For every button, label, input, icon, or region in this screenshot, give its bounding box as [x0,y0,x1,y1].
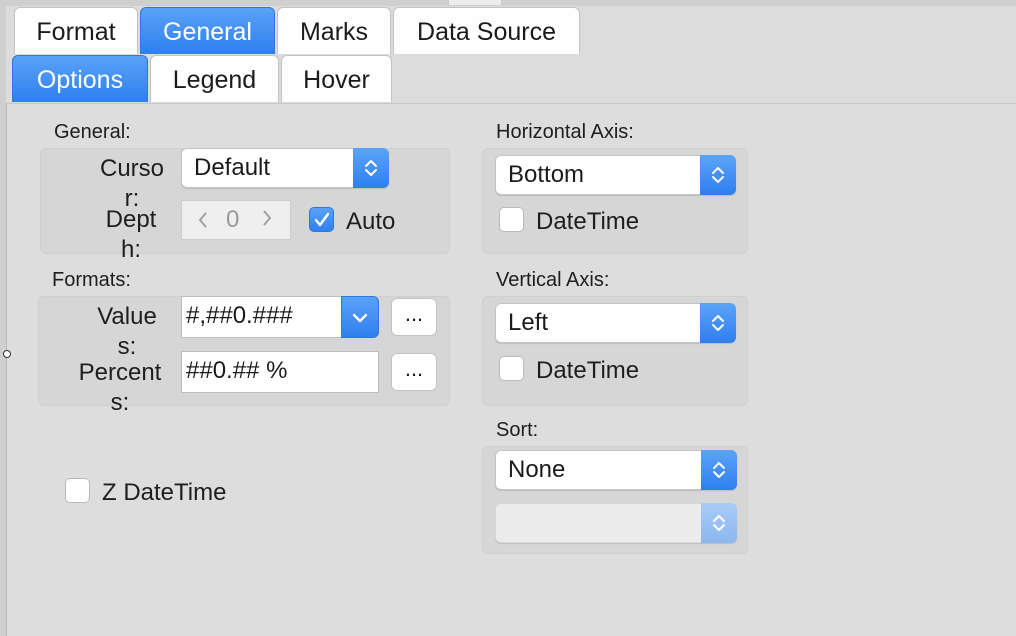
checkmark-icon [314,212,330,227]
cursor-popup[interactable]: Default [181,148,389,188]
formats-group-title: Formats: [52,269,131,291]
percents-format-input[interactable]: ##0.## % [181,351,379,393]
vertical-datetime-label: DateTime [536,357,640,384]
tab-data-source[interactable]: Data Source [393,7,580,54]
tab-format[interactable]: Format [14,7,138,54]
top-tab-notch [448,0,502,5]
vertical-axis-value: Left [508,309,549,336]
cursor-popup-stepper[interactable] [353,148,389,188]
chevron-left-icon[interactable] [196,210,210,230]
percents-ellipsis-button[interactable]: ... [391,353,437,391]
values-label: Values: [97,303,157,360]
auto-checkbox[interactable] [309,207,334,232]
horizontal-axis-value: Bottom [508,161,585,188]
sort-value: None [508,456,566,483]
vertical-datetime-checkbox[interactable] [499,356,524,381]
tab-marks[interactable]: Marks [277,7,391,54]
sort-secondary-stepper[interactable] [701,503,737,543]
tab-legend[interactable]: Legend [150,55,279,102]
up-down-chevron-icon [713,515,725,531]
percents-label: Percents: [78,359,162,416]
chevron-down-icon [352,313,368,323]
sort-secondary-popup[interactable] [495,503,737,543]
values-combo-button[interactable] [341,296,379,338]
splitter-handle[interactable] [3,350,11,358]
vertical-axis-popup[interactable]: Left [495,303,736,343]
up-down-chevron-icon [713,462,725,478]
general-group-title: General: [54,121,131,143]
vertical-axis-title: Vertical Axis: [496,269,610,291]
depth-stepper[interactable]: 0 [181,200,291,240]
up-down-chevron-icon [712,167,724,183]
cursor-popup-value: Default [194,154,271,181]
chevron-right-icon[interactable] [260,208,274,228]
horizontal-axis-title: Horizontal Axis: [496,121,634,143]
up-down-chevron-icon [365,160,377,176]
tab-general[interactable]: General [140,7,275,54]
values-ellipsis-button[interactable]: ... [391,298,437,336]
tab-hover[interactable]: Hover [281,55,392,102]
sort-popup[interactable]: None [495,450,737,490]
horizontal-datetime-checkbox[interactable] [499,207,524,232]
horizontal-axis-stepper[interactable] [700,155,736,195]
up-down-chevron-icon [712,315,724,331]
horizontal-datetime-label: DateTime [536,208,640,235]
z-datetime-checkbox[interactable] [65,478,90,503]
depth-value: 0 [226,206,240,233]
auto-label: Auto [346,208,396,235]
values-format-input[interactable]: #,##0.### [181,296,343,338]
depth-label: Depth: [105,206,157,263]
horizontal-axis-popup[interactable]: Bottom [495,155,736,195]
sort-stepper[interactable] [701,450,737,490]
z-datetime-label: Z DateTime [102,479,227,506]
tab-options[interactable]: Options [12,55,148,102]
sort-title: Sort: [496,419,539,441]
vertical-axis-stepper[interactable] [700,303,736,343]
